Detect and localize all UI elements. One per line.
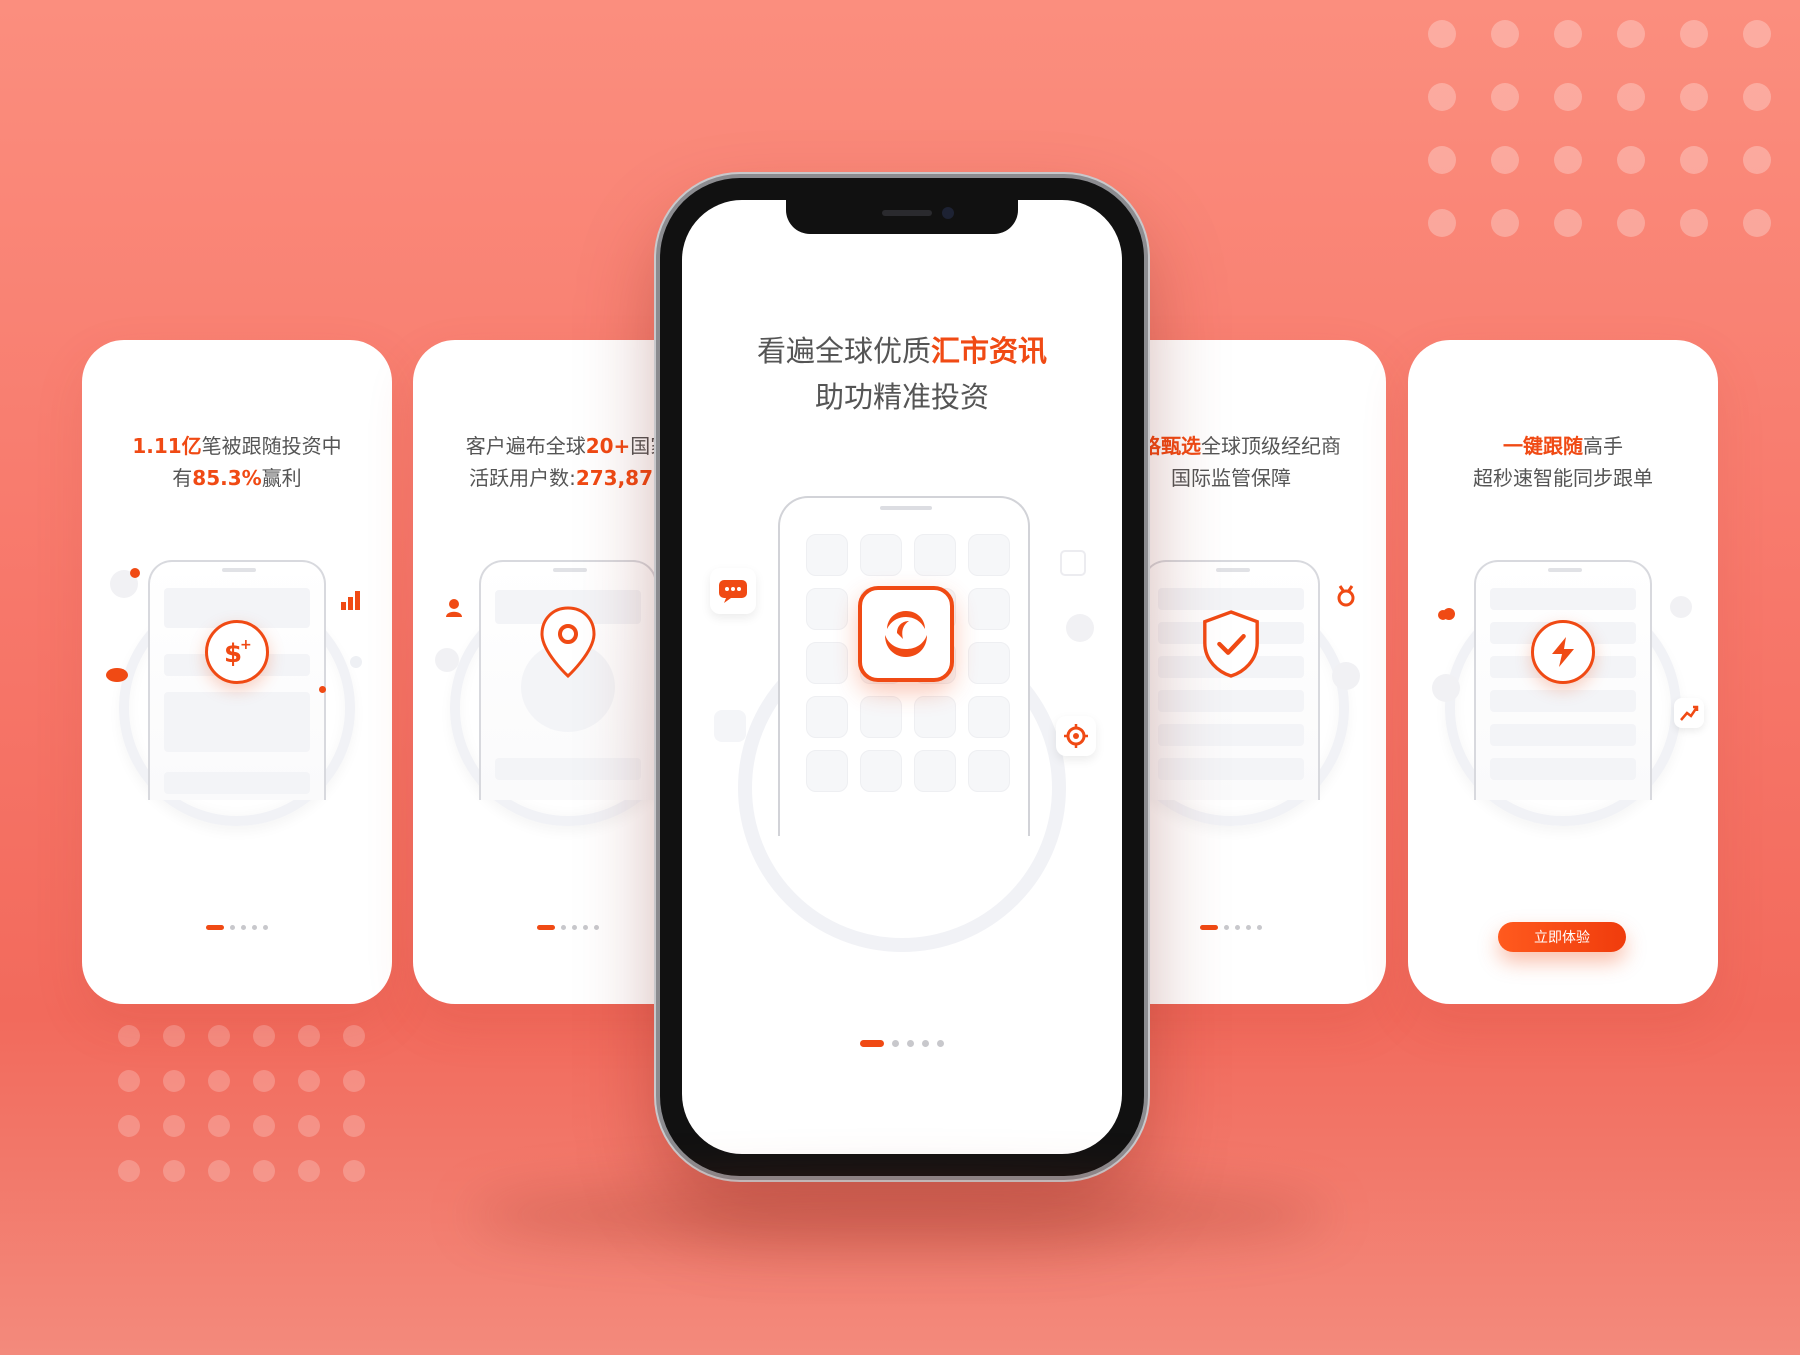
chat-bubble-icon [710,568,756,614]
decor-square [714,710,746,742]
map-pin-icon [435,648,459,672]
decor-dots-bottom-left [118,1025,365,1182]
onboarding-card-one-click-follow: 一键跟随高手 超秒速智能同步跟单 立即体验 [1408,340,1718,1004]
main-caption: 看遍全球优质汇市资讯 助功精准投资 [756,334,1048,414]
page-indicator [82,925,392,930]
card-caption: 1.11亿笔被跟随投资中 有85.3%赢利 [132,434,342,490]
onboarding-card-follow-stats: 1.11亿笔被跟随投资中 有85.3%赢利 $ + [82,340,392,1004]
globe-icon [1066,614,1094,642]
cloud-icon [1436,606,1456,625]
decor-dots-top-right [1428,20,1771,237]
card-caption: 一键跟随高手 超秒速智能同步跟单 [1473,434,1653,490]
shield-check-icon [1199,610,1263,678]
diamond-icon [1332,662,1360,690]
decor-dot [1670,596,1692,618]
dollar-icon: $ + [205,620,269,684]
app-logo-icon [858,586,954,682]
phone-notch [786,200,1018,234]
try-now-button[interactable]: 立即体验 [1498,922,1626,952]
decor-dot [350,656,362,668]
lightning-icon [1531,620,1595,684]
svg-text:+: + [240,637,252,653]
target-icon [1056,716,1096,756]
phone-shadow [470,1180,1330,1250]
coin-icon [106,668,128,682]
phone-frame: 看遍全球优质汇市资讯 助功精准投资 [660,178,1144,1176]
illustration-phone [479,560,657,800]
trend-chart-icon [1674,698,1704,728]
decor-square [1060,550,1086,576]
user-icon [445,598,463,622]
phone-screen: 看遍全球优质汇市资讯 助功精准投资 [682,200,1122,1154]
decor-dot [319,686,326,693]
bar-chart-icon [340,590,362,614]
page-indicator [682,1040,1122,1047]
location-pin-icon [536,606,600,679]
notification-dot-icon [130,568,140,578]
hand-pointer-icon [1432,674,1460,702]
medal-icon [1334,584,1358,612]
